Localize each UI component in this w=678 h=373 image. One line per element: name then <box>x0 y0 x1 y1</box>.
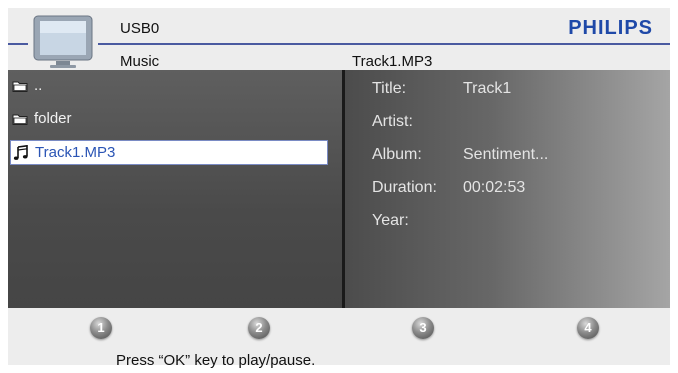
list-item-folder[interactable]: folder <box>10 106 328 131</box>
album-label: Album: <box>372 146 422 163</box>
breadcrumb: Music <box>120 53 160 70</box>
option-4-button[interactable]: 4 <box>577 317 599 339</box>
option-2-button[interactable]: 2 <box>248 317 270 339</box>
tv-icon <box>33 15 93 68</box>
option-3-button[interactable]: 3 <box>412 317 434 339</box>
list-item-track[interactable]: Track1.MP3 <box>10 140 328 165</box>
title-label: Title: <box>372 80 407 97</box>
current-file-name: Track1.MP3 <box>352 53 433 70</box>
option-1-button[interactable]: 1 <box>90 317 112 339</box>
artist-label: Artist: <box>372 113 413 130</box>
header-divider-left <box>8 43 28 45</box>
title-value: Track1 <box>463 80 512 97</box>
duration-value: 00:02:53 <box>463 179 526 196</box>
footer: 1 2 3 4 Press “OK” key to play/pause. <box>8 308 670 369</box>
source-label: USB0 <box>120 20 160 37</box>
folder-icon <box>12 114 28 125</box>
hint-text: Press “OK” key to play/pause. <box>116 352 316 369</box>
list-item-parent[interactable]: .. <box>10 73 328 98</box>
music-note-icon <box>13 144 28 160</box>
media-browser-screen: USB0 PHILIPS Music Track1.MP3 .. folder <box>8 8 670 369</box>
list-item-label: folder <box>34 110 72 127</box>
brand-logo: PHILIPS <box>568 17 653 39</box>
track-info-panel: Title: Track1 Artist: Album: Sentiment..… <box>345 70 670 308</box>
duration-label: Duration: <box>372 179 437 196</box>
list-item-label: Track1.MP3 <box>35 144 116 161</box>
album-value: Sentiment... <box>463 146 549 163</box>
file-list: .. folder Track1.MP3 <box>8 70 342 308</box>
folder-icon <box>12 81 28 92</box>
year-label: Year: <box>372 212 409 229</box>
header-divider <box>98 43 670 45</box>
header: USB0 PHILIPS Music Track1.MP3 <box>8 8 670 78</box>
list-item-label: .. <box>34 77 43 94</box>
